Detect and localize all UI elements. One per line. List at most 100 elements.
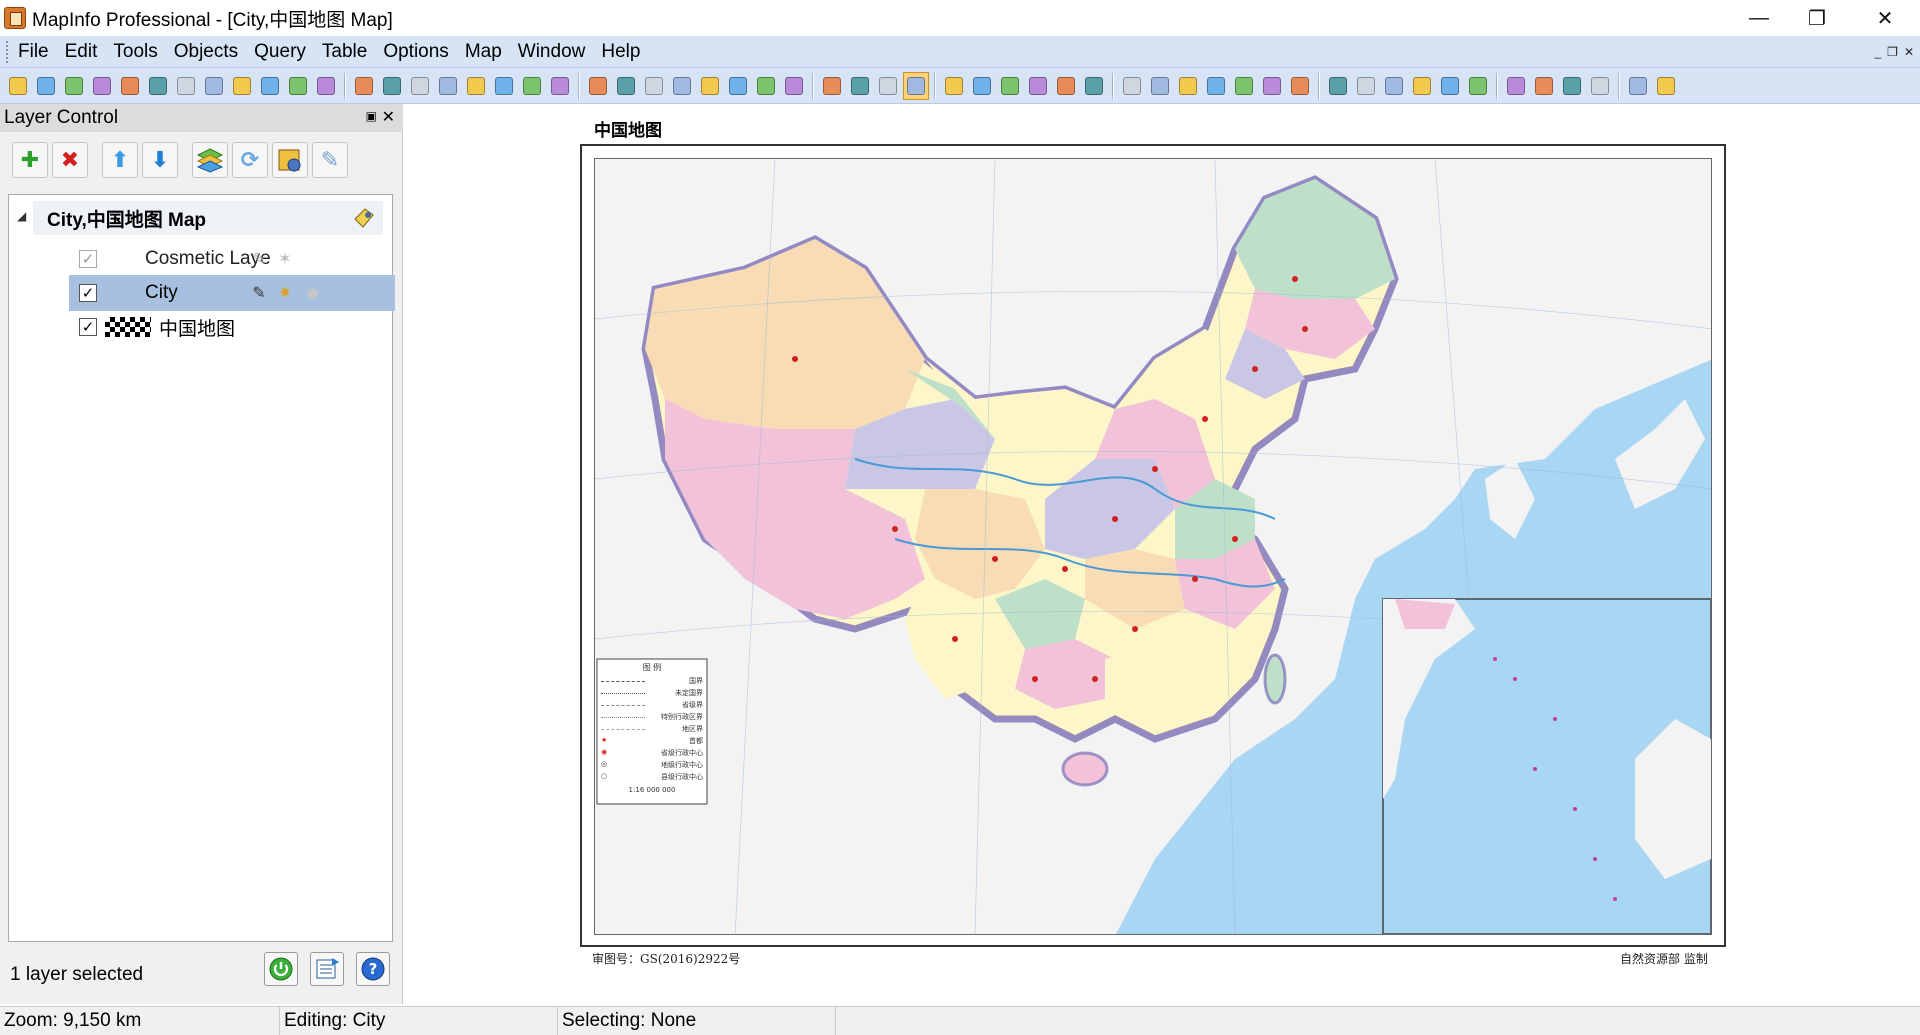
layout-button[interactable] xyxy=(1503,72,1529,100)
restore-button[interactable]: ❐ xyxy=(1788,0,1846,36)
panel-close-icon[interactable]: ✕ xyxy=(382,107,395,127)
refresh-icon[interactable]: ⟳ xyxy=(232,142,268,178)
mdi-restore-button[interactable]: ❐ xyxy=(1887,45,1898,59)
open-folder-button[interactable] xyxy=(257,72,283,100)
table-button[interactable] xyxy=(1587,72,1613,100)
draw-object-button[interactable] xyxy=(351,72,377,100)
show-hide-button[interactable] xyxy=(1259,72,1285,100)
status-zoom[interactable]: Zoom: 9,150 km xyxy=(0,1007,280,1035)
mdi-close-button[interactable]: ✕ xyxy=(1904,45,1914,59)
edit-layers-icon[interactable]: ✎ xyxy=(312,142,348,178)
geocode-button[interactable] xyxy=(1465,72,1491,100)
print-button[interactable] xyxy=(313,72,339,100)
polygon-button[interactable] xyxy=(463,72,489,100)
editable-icon[interactable]: ✎ xyxy=(249,249,269,269)
minimize-button[interactable]: — xyxy=(1730,0,1788,36)
radius-select-button[interactable] xyxy=(641,72,667,100)
china-map-image[interactable]: 图 例 国界 未定国界 省级界 特别行政区界 地区界 ★ 首都 ◉ 省级行政中心 ◎… xyxy=(594,158,1712,935)
save-workspace-button[interactable] xyxy=(173,72,199,100)
menu-query[interactable]: Query xyxy=(246,38,314,66)
close-button[interactable] xyxy=(89,72,115,100)
save-button[interactable] xyxy=(201,72,227,100)
help-button[interactable]: ? xyxy=(356,952,390,986)
marquee-select-button[interactable] xyxy=(613,72,639,100)
label-button[interactable] xyxy=(997,72,1023,100)
line-button[interactable] xyxy=(379,72,405,100)
layer-row-cosmetic[interactable]: ✓ Cosmetic Laye ✎ ✶ xyxy=(69,241,395,277)
ruler-button[interactable] xyxy=(969,72,995,100)
rectangle-button[interactable] xyxy=(519,72,545,100)
selectable-icon[interactable]: ✶ xyxy=(275,249,295,269)
browser-button[interactable] xyxy=(1531,72,1557,100)
globe-button[interactable] xyxy=(1353,72,1379,100)
save-copy-button[interactable] xyxy=(145,72,171,100)
3d-button[interactable] xyxy=(1437,72,1463,100)
legend-button[interactable] xyxy=(1119,72,1145,100)
menu-help[interactable]: Help xyxy=(593,38,648,66)
move-down-icon[interactable]: ⬇ xyxy=(142,142,178,178)
layer-row-city[interactable]: ✓ City ✎ ✷ ◆ xyxy=(69,275,395,311)
graph-button[interactable] xyxy=(1409,72,1435,100)
mapinfo-app-icon[interactable] xyxy=(4,7,26,29)
rounded-rect-button[interactable] xyxy=(547,72,573,100)
redistrict-button[interactable] xyxy=(1559,72,1585,100)
layer-visible-checkbox[interactable]: ✓ xyxy=(79,250,97,268)
add-node-button[interactable] xyxy=(1231,72,1257,100)
clip-region-button[interactable] xyxy=(1175,72,1201,100)
ellipse-button[interactable] xyxy=(491,72,517,100)
zoom-out-button[interactable] xyxy=(847,72,873,100)
editable-icon[interactable]: ✎ xyxy=(249,283,269,303)
status-editing[interactable]: Editing: City xyxy=(280,1007,558,1035)
statistics-button[interactable] xyxy=(1147,72,1173,100)
pin-icon[interactable]: ▣ xyxy=(366,109,377,123)
catalog-button[interactable] xyxy=(1625,72,1651,100)
layer-options-icon[interactable] xyxy=(272,142,308,178)
layer-row-china-map[interactable]: ✓ 中国地图 xyxy=(69,309,395,345)
layer-visible-checkbox[interactable]: ✓ xyxy=(79,318,97,336)
label-icon[interactable]: ◆ xyxy=(303,283,323,303)
reshape-button[interactable] xyxy=(1203,72,1229,100)
unselect-button[interactable] xyxy=(725,72,751,100)
menu-edit[interactable]: Edit xyxy=(57,38,106,66)
save-as-button[interactable] xyxy=(229,72,255,100)
map-window-button[interactable] xyxy=(1325,72,1351,100)
print-preview-button[interactable] xyxy=(285,72,311,100)
arc-button[interactable] xyxy=(435,72,461,100)
pan-button[interactable] xyxy=(903,71,929,100)
graph-select-button[interactable] xyxy=(781,72,807,100)
zoom-in-button[interactable] xyxy=(819,72,845,100)
collapse-toggle-icon[interactable]: ◢ xyxy=(17,209,26,223)
polygon-select-button[interactable] xyxy=(669,72,695,100)
map-options-icon[interactable] xyxy=(351,205,377,231)
menu-tools[interactable]: Tools xyxy=(105,38,165,66)
open-button[interactable] xyxy=(33,72,59,100)
apply-button[interactable] xyxy=(264,952,298,986)
menu-options[interactable]: Options xyxy=(375,38,456,66)
remove-layer-icon[interactable]: ✖ xyxy=(52,142,88,178)
status-selecting[interactable]: Selecting: None xyxy=(558,1007,836,1035)
menu-window[interactable]: Window xyxy=(510,38,594,66)
menu-file[interactable]: File xyxy=(10,38,57,66)
tool-manager-button[interactable] xyxy=(1653,72,1679,100)
select-button[interactable] xyxy=(585,72,611,100)
layer-list-button[interactable] xyxy=(310,952,344,986)
layer-control-button[interactable] xyxy=(1053,72,1079,100)
drag-window-button[interactable] xyxy=(1025,72,1051,100)
scale-bar-button[interactable] xyxy=(1287,72,1313,100)
move-up-icon[interactable]: ⬆ xyxy=(102,142,138,178)
polyline-button[interactable] xyxy=(407,72,433,100)
menu-table[interactable]: Table xyxy=(314,38,375,66)
close-all-button[interactable] xyxy=(117,72,143,100)
close-button[interactable]: ✕ xyxy=(1856,0,1914,36)
open-workspace-button[interactable] xyxy=(61,72,87,100)
layer-properties-icon[interactable] xyxy=(192,142,228,178)
menu-map[interactable]: Map xyxy=(457,38,510,66)
map-image-frame[interactable]: 图 例 国界 未定国界 省级界 特别行政区界 地区界 ★ 首都 ◉ 省级行政中心 ◎… xyxy=(580,144,1726,947)
measure-button[interactable] xyxy=(1081,72,1107,100)
invert-select-button[interactable] xyxy=(753,72,779,100)
menu-objects[interactable]: Objects xyxy=(166,38,246,66)
selectable-icon[interactable]: ✷ xyxy=(275,283,295,303)
map-node[interactable]: City,中国地图 Map xyxy=(33,201,383,235)
layer-visible-checkbox[interactable]: ✓ xyxy=(79,284,97,302)
change-view-button[interactable] xyxy=(875,72,901,100)
